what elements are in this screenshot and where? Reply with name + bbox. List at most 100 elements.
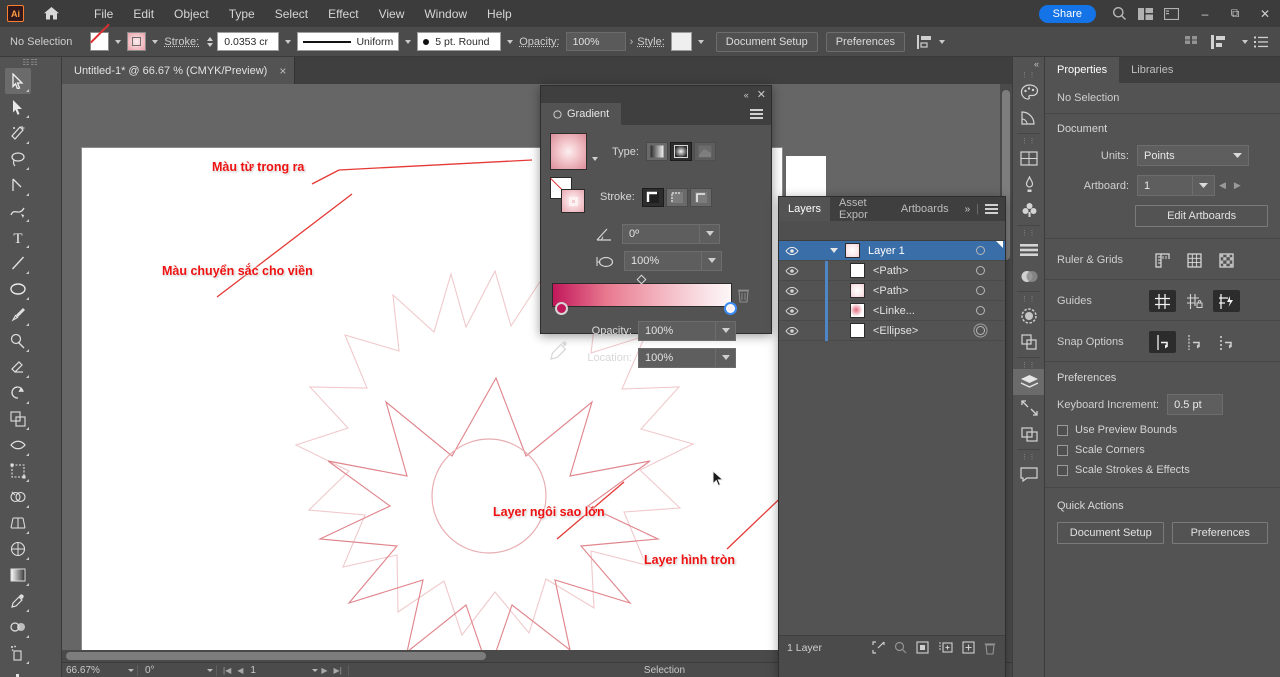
find-layer-icon[interactable] [894,641,907,655]
opacity-field[interactable]: 100% [566,32,626,51]
expand-layer-chevron-down-icon[interactable] [825,248,843,254]
visibility-eye-icon[interactable] [779,326,805,336]
mesh-tool[interactable] [5,536,31,562]
symbol-sprayer-tool[interactable] [5,640,31,666]
rail-group-handle[interactable]: ⋮⋮ [1013,360,1044,369]
prev-artboard-icon[interactable]: ◀ [1215,180,1230,191]
expand-tabs-icon[interactable]: » [965,204,971,215]
close-icon[interactable]: × [279,64,286,78]
gradient-stop-start[interactable] [555,302,568,315]
home-icon[interactable] [40,3,62,25]
menu-edit[interactable]: Edit [123,3,164,25]
arrange-icon[interactable] [1211,35,1226,49]
magic-wand-tool[interactable] [5,120,31,146]
gradient-panel-menu-icon[interactable] [742,103,771,125]
quick-document-setup-button[interactable]: Document Setup [1057,522,1164,544]
gradient-angle-field[interactable]: 0º [622,224,700,244]
align-icon[interactable] [1013,237,1045,263]
graphic-style-swatch[interactable] [671,32,692,51]
gradient-stop-end[interactable] [724,302,737,315]
share-button[interactable]: Share [1039,5,1096,23]
paintbrush-tool[interactable] [5,302,31,328]
scale-tool[interactable] [5,406,31,432]
align-icon[interactable] [917,35,933,49]
gradient-location-chevron-down-icon[interactable] [716,348,736,368]
linear-gradient-icon[interactable] [646,142,668,161]
tab-layers[interactable]: Layers [779,197,830,221]
create-new-sublayer-icon[interactable] [938,641,953,655]
stroke-chevron-down-icon[interactable] [152,40,158,44]
make-clipping-mask-icon[interactable] [916,641,929,655]
artboard-chevron-down-icon[interactable] [1193,175,1215,196]
layers-icon[interactable] [1013,369,1045,395]
document-setup-button[interactable]: Document Setup [716,32,818,52]
freeform-gradient-icon[interactable] [694,142,716,161]
opacity-label[interactable]: Opacity: [519,36,559,48]
snap-to-pixel-icon[interactable] [1213,331,1240,353]
artboards-icon[interactable] [1013,421,1045,447]
create-new-layer-icon[interactable] [962,641,975,655]
shape-builder-tool[interactable] [5,484,31,510]
checkbox-box[interactable] [1057,445,1068,456]
gradient-ramp[interactable] [552,283,732,307]
rotation-field[interactable]: 0° [141,663,201,677]
rail-group-handle[interactable]: ⋮⋮ [1013,294,1044,303]
collapse-icon[interactable]: « [744,90,749,100]
gradient-eyedropper-icon[interactable] [549,340,569,362]
gradient-stroke-swatch[interactable] [561,189,585,213]
stroke-profile-chevron-down-icon[interactable] [405,40,411,44]
brush-definition-chevron-down-icon[interactable] [507,40,513,44]
rotation-chevron-down-icon[interactable] [207,669,213,672]
stroke-swatch[interactable] [127,32,146,51]
layers-panel[interactable]: Layers Asset Expor Artboards » | Layer 1 [778,196,1006,677]
gradient-tool[interactable] [5,562,31,588]
smart-guides-icon[interactable] [1213,290,1240,312]
stroke-weight-field[interactable]: 0.0353 cr [217,32,279,51]
artboard-field[interactable]: 1 [1137,175,1193,196]
gradient-opacity-field[interactable]: 100% [638,321,716,341]
rotate-tool[interactable] [5,380,31,406]
next-artboard-icon[interactable]: ▶ [318,666,330,675]
minimize-button[interactable]: – [1190,0,1220,27]
last-artboard-icon[interactable]: ▶| [331,666,345,675]
edit-artboards-button[interactable]: Edit Artboards [1135,205,1268,227]
artboards-export-icon[interactable] [1013,395,1045,421]
type-tool[interactable]: T [5,224,31,250]
next-artboard-icon[interactable]: ▶ [1230,180,1245,191]
color-panel-icon[interactable] [1013,79,1045,105]
show-rulers-icon[interactable] [1149,249,1176,271]
list-options-icon[interactable] [1254,36,1268,48]
eyedropper-tool[interactable] [5,588,31,614]
comments-icon[interactable] [1013,461,1045,487]
document-tab[interactable]: Untitled-1* @ 66.67 % (CMYK/Preview) × [62,57,295,84]
tab-libraries[interactable]: Libraries [1119,57,1185,83]
use-preview-bounds-checkbox[interactable]: Use Preview Bounds [1057,424,1268,436]
fill-swatch[interactable] [90,32,109,51]
gradient-aspect-field[interactable]: 100% [624,251,702,271]
properties-panel[interactable]: Properties Libraries No Selection Docume… [1044,57,1280,677]
tab-gradient[interactable]: Gradient [541,103,621,125]
first-artboard-icon[interactable]: |◀ [220,666,234,675]
curvature-tool[interactable] [5,198,31,224]
gradient-location-field[interactable]: 100% [638,348,716,368]
brush-definition-select[interactable]: 5 pt. Round [417,32,501,51]
gradient-panel-titlebar[interactable]: « ✕ [541,86,771,103]
gradient-slider[interactable] [552,283,748,307]
rail-group-handle[interactable]: ⋮⋮ [1013,228,1044,237]
prev-artboard-icon[interactable]: ◀ [234,666,246,675]
rail-group-handle[interactable]: ⋮⋮ [1013,70,1044,79]
workspace-switcher-icon[interactable] [1132,1,1158,27]
delete-selection-icon[interactable] [984,641,996,655]
zoom-chevron-down-icon[interactable] [128,669,134,672]
target-indicator[interactable] [976,286,985,295]
align-chevron-down-icon[interactable] [939,40,945,44]
gradient-aspect-chevron-down-icon[interactable] [702,251,722,271]
stroke-weight-chevron-down-icon[interactable] [285,40,291,44]
target-indicator[interactable] [976,266,985,275]
rail-collapse-icon[interactable]: « [1013,57,1044,70]
tab-artboards[interactable]: Artboards [892,197,958,221]
selection-tool[interactable] [5,68,31,94]
apply-along-stroke-icon[interactable] [666,188,688,207]
checkbox-box[interactable] [1057,465,1068,476]
gradient-preview-thumb[interactable] [550,133,587,170]
